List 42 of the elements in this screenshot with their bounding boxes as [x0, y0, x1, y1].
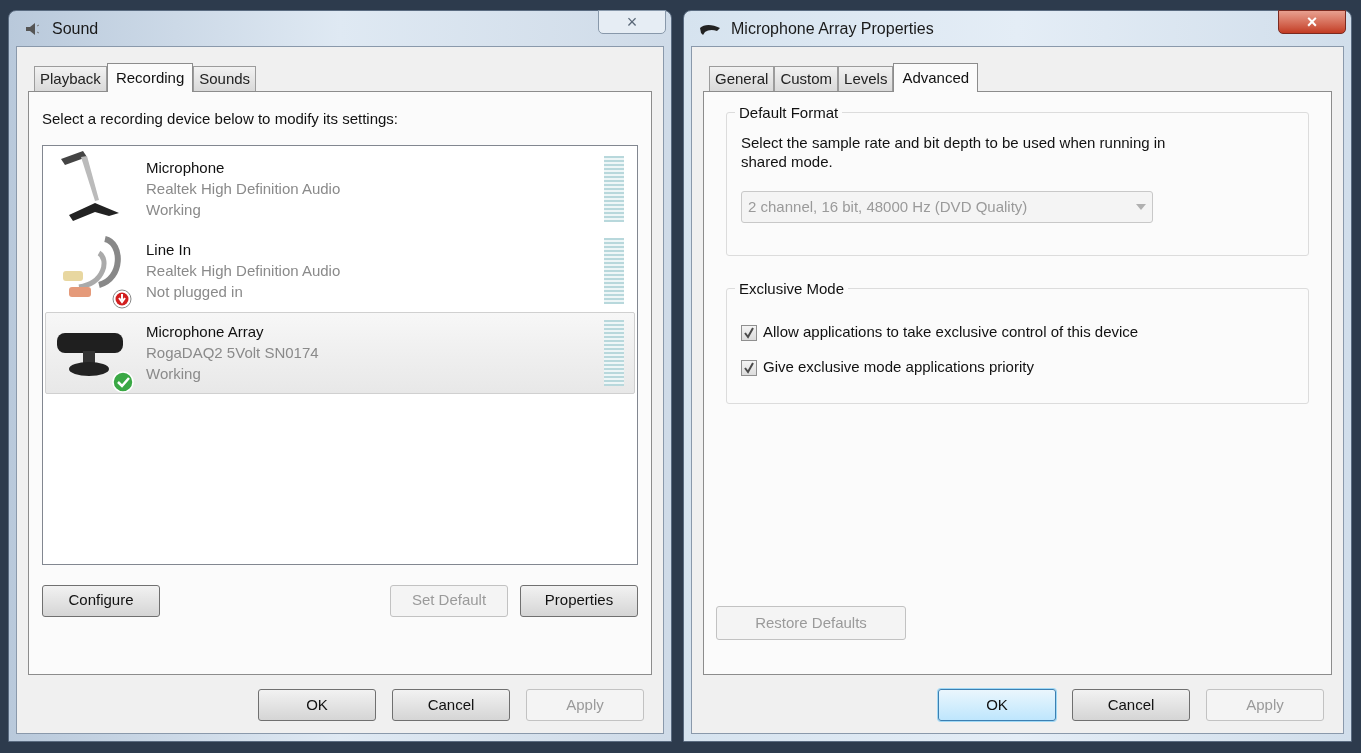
checkbox[interactable]	[741, 324, 757, 341]
instruction-text: Select a recording device below to modify its settings:	[42, 109, 399, 129]
device-name: Microphone	[146, 158, 226, 178]
tab[interactable]: Recording	[106, 63, 194, 92]
speaker-icon	[24, 20, 42, 37]
device-item[interactable]: Microphone Array RogaDAQ2 5Volt SN0174 Working	[45, 311, 635, 394]
device-driver: Realtek High Definition Audio	[146, 179, 342, 199]
dialog-button[interactable]: Cancel	[1072, 689, 1190, 721]
tab[interactable]: Sounds	[193, 66, 257, 91]
device-driver: Realtek High Definition Audio	[146, 261, 342, 281]
device-name: Microphone Array	[146, 322, 265, 342]
dialog-button[interactable]: OK	[258, 689, 376, 721]
device-driver: RogaDAQ2 5Volt SN0174	[146, 343, 320, 363]
device-status: Working	[146, 364, 202, 384]
panel-button[interactable]: Properties	[520, 584, 638, 617]
check-icon	[743, 326, 755, 339]
checkbox-label: Give exclusive mode applications priority	[763, 357, 1034, 378]
window-title: Sound	[52, 18, 99, 39]
checkbox[interactable]	[741, 359, 757, 376]
device-item[interactable]: Microphone Realtek High Definition Audio Working	[45, 147, 635, 230]
device-item[interactable]: Line In Realtek High Definition Audio Not plugged in	[45, 229, 635, 312]
device-name: Line In	[146, 240, 193, 260]
tab[interactable]: Advanced	[893, 63, 979, 92]
tab[interactable]: General	[709, 66, 775, 91]
tab[interactable]: Levels	[838, 66, 894, 91]
tab[interactable]: Playback	[34, 66, 107, 91]
window-title: Microphone Array Properties	[731, 18, 934, 39]
level-meter	[604, 155, 624, 222]
close-button[interactable]: ×	[598, 9, 666, 34]
dialog-button[interactable]: Cancel	[392, 689, 510, 721]
device-status: Working	[146, 200, 202, 220]
device-status: Not plugged in	[146, 282, 244, 302]
checkbox-label: Allow applications to take exclusive control of this device	[763, 322, 1139, 343]
check-icon	[743, 361, 755, 374]
level-meter	[604, 237, 624, 304]
panel-button[interactable]: Configure	[42, 584, 160, 617]
microphone-array-icon	[699, 22, 721, 35]
dropdown-caret-icon	[1136, 204, 1146, 210]
dialog-button[interactable]: OK	[938, 689, 1056, 721]
tab[interactable]: Custom	[774, 66, 839, 91]
level-meter	[604, 319, 624, 386]
description-text: Select the sample rate and bit depth to be used when running in shared mode.	[741, 133, 1167, 171]
